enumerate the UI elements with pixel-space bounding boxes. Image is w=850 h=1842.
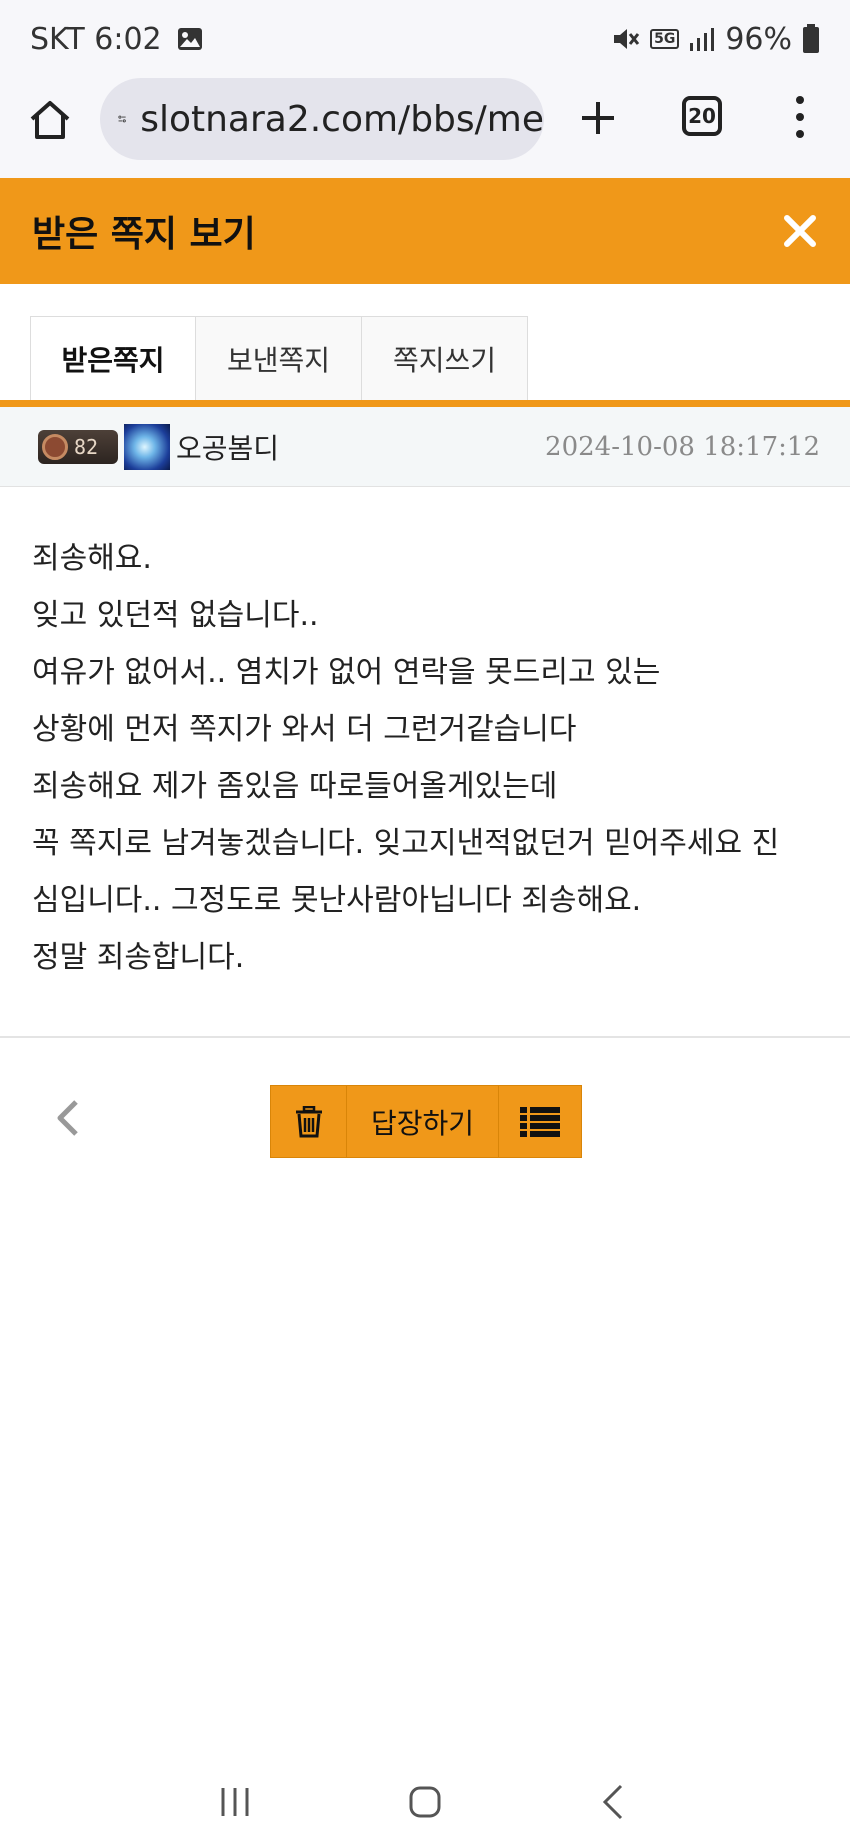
message-line: 심입니다.. 그정도로 못난사람아닙니다 죄송해요. [32,883,642,918]
list-icon [520,1106,560,1137]
tab-sent[interactable]: 보낸쪽지 [196,316,362,400]
home-icon[interactable] [28,98,72,142]
page-title: 받은 쪽지 보기 [32,214,256,255]
tab-write[interactable]: 쪽지쓰기 [362,316,528,400]
close-icon[interactable] [780,211,820,251]
battery-icon [803,24,819,53]
tab-received[interactable]: 받은쪽지 [30,316,196,400]
reply-button[interactable]: 답장하기 [347,1086,499,1157]
body-divider [0,1036,850,1038]
battery-percent: 96% [725,21,792,57]
level-icon [42,433,68,460]
message-line: 여유가 없어서.. 염치가 없어 연락을 못드리고 있는 [32,655,661,690]
delete-button[interactable] [271,1086,347,1157]
sent-date: 2024-10-08 18:17:12 [545,431,820,462]
avatar[interactable] [124,423,170,470]
signal-icon [690,28,715,51]
message-line: 잊고 있던적 없습니다.. [32,598,319,633]
recent-apps-icon[interactable] [215,1782,255,1822]
message-tabs: 받은쪽지 보낸쪽지 쪽지쓰기 [30,316,528,400]
status-bar: SKT 6:02 5G 96% [0,0,850,78]
address-bar[interactable]: slotnara2.com/bbs/me [100,78,544,160]
plus-icon[interactable] [576,96,620,140]
page-header: 받은 쪽지 보기 [0,178,850,284]
tab-count-button[interactable]: 20 [682,96,722,136]
message-body: 죄송해요. 잊고 있던적 없습니다.. 여유가 없어서.. 염치가 없어 연락을… [32,530,832,986]
menu-icon[interactable] [790,92,810,142]
list-button[interactable] [499,1086,581,1157]
sender-row: 82 오공봄디 2024-10-08 18:17:12 [0,407,850,487]
back-nav-icon[interactable] [595,1782,635,1822]
image-icon [177,28,202,50]
message-line: 죄송해요. [32,541,152,576]
message-line: 꼭 쪽지로 남겨놓겠습니다. 잊고지낸적없던거 믿어주세요 진 [32,826,780,861]
message-actions: 답장하기 [270,1085,582,1158]
mute-icon [614,29,640,49]
trash-icon [295,1105,322,1137]
sender-name[interactable]: 오공봄디 [176,427,279,467]
home-nav-icon[interactable] [405,1782,445,1822]
browser-toolbar: slotnara2.com/bbs/me 20 [0,78,850,178]
network-label: 5G [650,29,680,49]
message-line: 죄송해요 제가 좀있음 따로들어올게있는데 [32,769,558,804]
system-nav-bar [0,1762,850,1842]
carrier-time: SKT 6:02 [30,21,162,57]
message-line: 정말 죄송합니다. [32,940,245,975]
url-text: slotnara2.com/bbs/me [140,98,544,140]
level-badge: 82 [38,429,118,464]
message-line: 상황에 먼저 쪽지가 와서 더 그런거같습니다 [32,712,577,747]
tab-divider [0,400,850,407]
level-number: 82 [74,434,99,459]
site-settings-icon[interactable] [118,104,126,134]
chevron-left-icon[interactable] [52,1098,82,1138]
